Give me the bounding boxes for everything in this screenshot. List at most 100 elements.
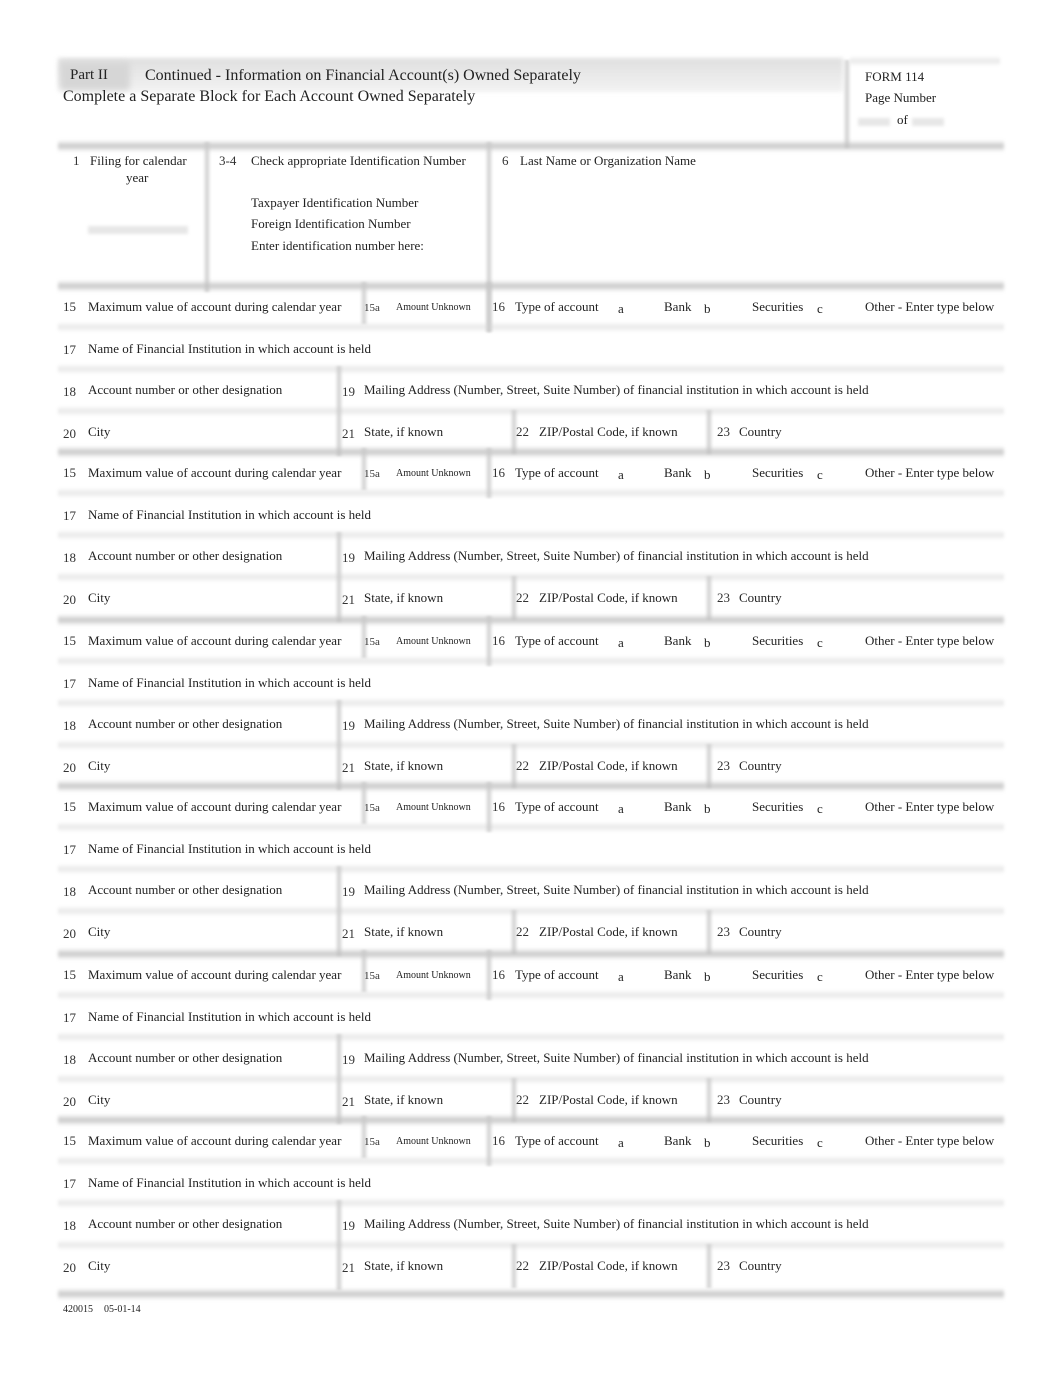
field-18-number: 18 (63, 384, 76, 399)
of-label: of (897, 112, 908, 127)
divider-18-19 (335, 532, 343, 622)
field-15a-number: 15a (364, 802, 380, 814)
amount-unknown-checkbox[interactable]: Amount Unknown (396, 1136, 471, 1147)
type-other-checkbox[interactable]: c (817, 635, 823, 651)
row-divider (58, 990, 1004, 1000)
type-other-label: Other - Enter type below (865, 799, 995, 814)
field-19-number: 19 (342, 1052, 355, 1067)
type-other-checkbox[interactable]: c (817, 1135, 823, 1151)
field-15-number: 15 (63, 465, 76, 480)
field-23-country-label: Country (739, 424, 782, 439)
type-securities-label: Securities (752, 1133, 804, 1148)
field-16-number: 16 (492, 299, 505, 314)
type-securities-checkbox[interactable]: b (704, 969, 711, 985)
bottom-border (58, 1288, 1004, 1300)
field-21-number: 21 (342, 1094, 355, 1109)
type-other-checkbox[interactable]: c (817, 801, 823, 817)
type-bank-checkbox[interactable]: a (618, 1135, 624, 1151)
field-23-country-label: Country (739, 590, 782, 605)
type-bank-checkbox[interactable]: a (618, 301, 624, 317)
type-bank-label: Bank (664, 1133, 692, 1148)
row-divider (58, 1198, 1004, 1208)
field-21-number: 21 (342, 592, 355, 607)
type-securities-checkbox[interactable]: b (704, 301, 711, 317)
type-bank-checkbox[interactable]: a (618, 635, 624, 651)
field-15a-number: 15a (364, 468, 380, 480)
field-21-number: 21 (342, 760, 355, 775)
type-securities-checkbox[interactable]: b (704, 635, 711, 651)
field-22-number: 22 (516, 1258, 529, 1273)
header-divider (843, 60, 851, 148)
field-19-number: 19 (342, 550, 355, 565)
type-bank-checkbox[interactable]: a (618, 467, 624, 483)
amount-unknown-checkbox[interactable]: Amount Unknown (396, 970, 471, 981)
field-23-number: 23 (717, 590, 730, 605)
row-divider (58, 740, 1004, 750)
field-23-country-label: Country (739, 758, 782, 773)
amount-unknown-checkbox[interactable]: Amount Unknown (396, 802, 471, 813)
type-bank-checkbox[interactable]: a (618, 801, 624, 817)
field-16-type-label: Type of account (515, 1133, 599, 1148)
field-20-city-label: City (88, 924, 111, 939)
row-divider (58, 1156, 1004, 1166)
amount-unknown-checkbox[interactable]: Amount Unknown (396, 468, 471, 479)
footer-code: 420015 (63, 1304, 93, 1315)
field-21-state-label: State, if known (364, 758, 444, 773)
calendar-year-input[interactable] (88, 226, 188, 234)
divider-18-19 (335, 700, 343, 790)
field-16-number: 16 (492, 465, 505, 480)
field-17-institution-name-label: Name of Financial Institution in which a… (88, 675, 372, 690)
field-17-number: 17 (63, 342, 76, 357)
field-19-number: 19 (342, 718, 355, 733)
amount-unknown-checkbox[interactable]: Amount Unknown (396, 636, 471, 647)
type-bank-checkbox[interactable]: a (618, 969, 624, 985)
block-top-border (58, 614, 1004, 626)
row-divider (58, 656, 1004, 666)
divider-18-19 (335, 1034, 343, 1124)
type-other-checkbox[interactable]: c (817, 969, 823, 985)
type-securities-checkbox[interactable]: b (704, 1135, 711, 1151)
field-21-number: 21 (342, 1260, 355, 1275)
field-23-number: 23 (717, 1092, 730, 1107)
type-other-checkbox[interactable]: c (817, 301, 823, 317)
type-securities-checkbox[interactable]: b (704, 467, 711, 483)
field-23-country-label: Country (739, 1092, 782, 1107)
amount-unknown-checkbox[interactable]: Amount Unknown (396, 302, 471, 313)
type-other-checkbox[interactable]: c (817, 467, 823, 483)
row-divider (58, 364, 1004, 374)
field-16-type-label: Type of account (515, 799, 599, 814)
field-22-number: 22 (516, 924, 529, 939)
field-19-mailing-address-label: Mailing Address (Number, Street, Suite N… (364, 716, 869, 731)
field-22-number: 22 (516, 590, 529, 605)
field-21-state-label: State, if known (364, 424, 444, 439)
field-15a-number: 15a (364, 636, 380, 648)
row-divider (58, 322, 1004, 332)
divider-22-23 (705, 1244, 713, 1288)
row-divider (58, 1074, 1004, 1084)
field-23-number: 23 (717, 424, 730, 439)
field-16-type-label: Type of account (515, 299, 599, 314)
item-1-label-line2: year (126, 170, 149, 185)
field-20-number: 20 (63, 1094, 76, 1109)
field-18-account-number-label: Account number or other designation (88, 382, 283, 397)
field-22-zip-label: ZIP/Postal Code, if known (539, 1092, 678, 1107)
field-23-country-label: Country (739, 924, 782, 939)
page-number-input[interactable] (858, 118, 890, 126)
field-23-country-label: Country (739, 1258, 782, 1273)
field-19-number: 19 (342, 884, 355, 899)
type-securities-checkbox[interactable]: b (704, 801, 711, 817)
divider-1-34 (203, 142, 211, 292)
field-17-number: 17 (63, 508, 76, 523)
field-17-institution-name-label: Name of Financial Institution in which a… (88, 841, 372, 856)
field-20-city-label: City (88, 1258, 111, 1273)
field-19-mailing-address-label: Mailing Address (Number, Street, Suite N… (364, 1216, 869, 1231)
divider-18-19 (335, 866, 343, 956)
foreign-id-option[interactable]: Foreign Identification Number (251, 216, 411, 232)
field-21-state-label: State, if known (364, 1092, 444, 1107)
field-15-number: 15 (63, 967, 76, 982)
field-20-city-label: City (88, 590, 111, 605)
row-divider (58, 698, 1004, 708)
field-21-state-label: State, if known (364, 590, 444, 605)
taxpayer-id-option[interactable]: Taxpayer Identification Number (251, 195, 418, 211)
page-total-input[interactable] (912, 118, 944, 126)
